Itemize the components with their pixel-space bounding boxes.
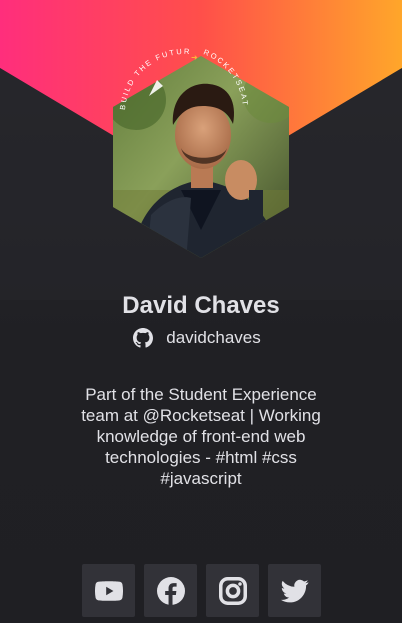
youtube-icon	[94, 580, 123, 601]
social-links	[82, 564, 321, 617]
twitter-icon	[280, 579, 309, 602]
github-username: davidchaves	[166, 328, 261, 347]
instagram-icon	[218, 576, 247, 605]
github-link[interactable]: davidchaves	[0, 328, 402, 348]
youtube-button[interactable]	[82, 564, 135, 617]
profile-bio: Part of the Student Experience team at @…	[81, 385, 321, 488]
avatar-container: BUILD THE FUTURE ROCKETSEAT ➜	[111, 40, 291, 262]
avatar: BUILD THE FUTURE ROCKETSEAT ➜	[111, 40, 289, 258]
instagram-button[interactable]	[206, 564, 259, 617]
facebook-icon	[156, 576, 185, 605]
twitter-button[interactable]	[268, 564, 321, 617]
arrow-icon: ➜	[191, 53, 198, 62]
github-icon	[133, 328, 154, 348]
profile-card: BUILD THE FUTURE ROCKETSEAT ➜ David Chav…	[0, 0, 402, 623]
facebook-button[interactable]	[144, 564, 197, 617]
profile-name: David Chaves	[122, 292, 280, 319]
